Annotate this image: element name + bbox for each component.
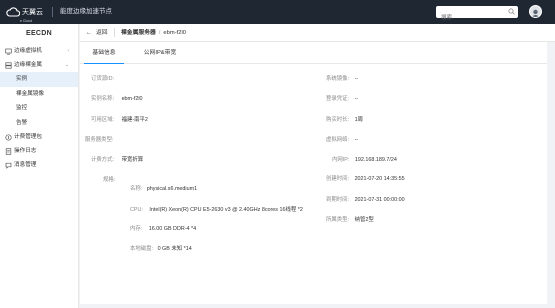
field-value: -- [354,76,359,82]
tab-bar: 基础信息 公网IP&带宽 [80,42,547,64]
topbar-divider [52,7,53,17]
user-icon [532,9,539,17]
field-instance-name: 实例名称: ebm-f2l0 [91,95,143,103]
spec-value: Intel(R) Xeon(R) CPU E5-2630 v3 @ 2.40GH… [149,207,303,213]
sidebar-brand: EECDN [25,30,52,37]
console-title: 能度边缘加速节点 [60,8,112,15]
sidebar-item-edge-bare-metal[interactable]: 边缘裸金属 ⌄ [0,58,78,72]
sidebar-item-messages[interactable]: 消息管理 [0,158,78,172]
billing-icon [5,133,12,141]
field-login-credential: 登录凭证: -- [326,95,358,103]
spec-value: 0 GB 未知 *14 [157,246,192,252]
breadcrumb-current: ebm-f2l0 [163,30,186,36]
field-label: 购买时长: [326,117,350,123]
field-spec: 规格: [103,176,115,184]
back-button[interactable]: ← 返回 [86,24,108,42]
field-server-type: 服务器类型: [85,136,113,144]
field-virtual-network: 虚拟网络: -- [326,136,358,144]
field-system-image: 系统镜像: -- [326,75,358,83]
field-label: 登录凭证: [326,96,350,102]
message-icon [5,162,12,169]
page-header: ← 返回 裸金属服务器 / ebm-f2l0 [80,24,555,42]
spec-label: 内存: [130,226,143,232]
field-label: 计费方式: [91,157,115,163]
field-value: -- [354,96,359,102]
breadcrumb-separator: / [158,30,161,36]
field-label: 实例名称: [91,96,115,102]
search-input[interactable] [436,12,504,24]
sidebar: EECDN 边缘虚拟机 › 边缘裸金属 ⌄ 实例 裸金属镜像 监控 告警 计费管… [0,24,79,308]
sidebar-item-label: 消息管理 [14,162,37,168]
field-billing-method: 计费方式: 带宽折算 [91,156,143,164]
sidebar-subitem-images[interactable]: 裸金属镜像 [0,87,78,102]
search-icon[interactable] [508,8,515,15]
search-box[interactable] [436,6,518,24]
breadcrumb-parent[interactable]: 裸金属服务器 [121,30,156,36]
field-resource-type: 所属类型: 纳管2型 [326,216,374,224]
sidebar-item-logs[interactable]: 操作日志 [0,144,78,158]
field-purchase-duration: 购买时长: 1周 [326,116,363,124]
field-label: 内网IP: [332,157,350,163]
user-avatar[interactable] [529,5,542,18]
log-icon [5,147,12,155]
sidebar-item-billing[interactable]: 计费管理包 [0,130,78,144]
spec-label: CPU: [130,207,143,213]
logo-text: 天翼云 [22,9,43,16]
sidebar-subitem-alerts[interactable]: 告警 [0,116,78,131]
field-value: 1周 [354,117,363,123]
spec-label: 名称: [130,186,143,192]
field-value: 192.168.189.7/24 [354,157,397,163]
sidebar-subitem-monitoring[interactable]: 监控 [0,101,78,116]
bare-metal-icon [5,61,12,69]
logo-subtext: e Cloud [20,19,33,23]
field-label: 创建时间: [326,176,350,182]
back-label: 返回 [96,30,108,36]
sidebar-item-label: 操作日志 [14,148,37,154]
sidebar-subitem-instances[interactable]: 实例 [0,72,78,87]
field-order-id: 订货源ID: [91,75,114,83]
field-label: 虚拟网络: [326,137,350,143]
field-value: ebm-f2l0 [121,96,143,102]
detail-card: 基础信息 公网IP&带宽 订货源ID: 实例名称: ebm-f2l0 可用区域:… [80,42,547,304]
cloud-server-icon [5,48,12,55]
field-label: 服务器类型: [85,137,114,143]
spec-value: physical.s6.medium1 [146,186,198,192]
sidebar-item-label: 边缘裸金属 [14,62,42,68]
field-value: 2021-07-31 00:00:00 [354,197,405,203]
arrow-left-icon: ← [86,30,92,36]
logo[interactable]: 天翼云 e Cloud [6,5,43,23]
field-value: 2021-07-20 14:35:55 [354,176,405,182]
cloud-logo-icon [6,7,20,17]
tab-basic-info[interactable]: 基础信息 [84,42,124,64]
sidebar-item-label: 边缘虚拟机 [14,48,42,54]
field-label: 所属类型: [326,217,350,223]
sidebar-item-label: 计费管理包 [14,134,42,140]
field-label: 规格: [103,177,116,183]
field-zone: 可用区域: 福建-南平2 [91,116,148,124]
field-expiry-time: 到期时间: 2021-07-31 00:00:00 [326,196,405,204]
spec-value: 16.00 GB DDR-4 *4 [148,226,197,232]
spec-memory-row: 内存: 16.00 GB DDR-4 *4 [130,225,196,233]
field-created-time: 创建时间: 2021-07-20 14:35:55 [326,175,405,183]
field-label: 系统镜像: [326,76,350,82]
top-bar: 天翼云 e Cloud 能度边缘加速节点 [0,0,555,24]
chevron-down-icon: ⌄ [64,62,69,68]
field-private-ip: 内网IP: 192.168.189.7/24 [332,156,397,164]
field-value: 福建-南平2 [121,117,148,123]
chevron-right-icon: › [67,48,69,54]
spec-cpu-row: CPU: Intel(R) Xeon(R) CPU E5-2630 v3 @ 2… [130,206,303,214]
tab-public-ip-bandwidth[interactable]: 公网IP&带宽 [138,42,182,64]
field-value: -- [354,137,359,143]
header-divider [114,28,115,37]
spec-label: 本地磁盘: [130,246,154,252]
field-label: 到期时间: [326,197,350,203]
spec-disk-row: 本地磁盘: 0 GB 未知 *14 [130,245,192,253]
spec-name-row: 名称: physical.s6.medium1 [130,185,197,193]
field-label: 订货源ID: [91,76,115,82]
field-value: 带宽折算 [121,157,144,163]
field-label: 可用区域: [91,117,115,123]
breadcrumb: 裸金属服务器 / ebm-f2l0 [121,24,186,42]
field-value: 纳管2型 [354,217,374,223]
sidebar-item-edge-vm[interactable]: 边缘虚拟机 › [0,44,78,58]
